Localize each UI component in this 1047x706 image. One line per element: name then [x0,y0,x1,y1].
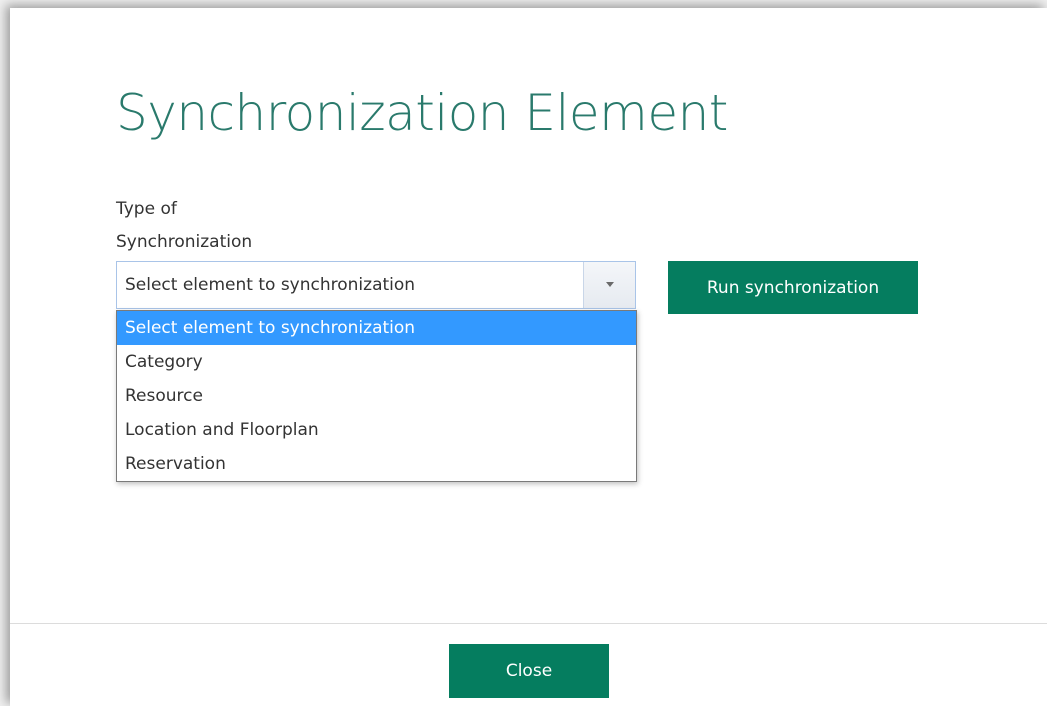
sync-type-label-line1: Type of [116,199,177,219]
sync-type-label-line2: Synchronization [116,232,253,252]
sync-type-label: Type of Synchronization [116,193,316,259]
window-background: Synchronization Element Type of Synchron… [0,0,1047,706]
dropdown-option[interactable]: Select element to synchronization [117,311,636,345]
sync-dialog: Synchronization Element Type of Synchron… [10,8,1047,706]
select-dropdown-button[interactable] [583,262,635,308]
dropdown-option[interactable]: Location and Floorplan [117,413,636,447]
footer-divider [10,623,1047,624]
close-button[interactable]: Close [449,644,609,698]
dialog-title: Synchronization Element [116,84,728,142]
sync-type-select[interactable]: Select element to synchronization [116,261,636,309]
sync-type-options-list: Select element to synchronization Catego… [116,310,637,482]
sync-type-select-value: Select element to synchronization [125,275,416,295]
run-synchronization-button[interactable]: Run synchronization [668,261,918,314]
dropdown-option[interactable]: Reservation [117,447,636,481]
chevron-down-icon [606,282,614,287]
dropdown-option[interactable]: Category [117,345,636,379]
dropdown-option[interactable]: Resource [117,379,636,413]
